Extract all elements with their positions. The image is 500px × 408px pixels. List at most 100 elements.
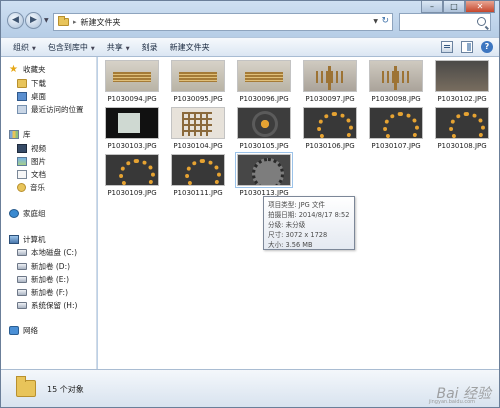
file-tile[interactable]: P1030096.JPG bbox=[234, 60, 294, 103]
explorer-window: ◀ ▶ ▼ ▸ 新建文件夹 ▼ ↻ – □ ✕ 组织 ▼ 包含到库中 ▼ 共享 ▼ 刻… bbox=[0, 0, 500, 408]
help-icon[interactable]: ? bbox=[481, 41, 493, 53]
history-dropdown-icon[interactable]: ▼ bbox=[44, 17, 49, 24]
nav-videos[interactable]: 视频 bbox=[17, 142, 46, 154]
view-options-icon[interactable] bbox=[441, 41, 453, 53]
nav-drive-c[interactable]: 本地磁盘 (C:) bbox=[17, 246, 77, 258]
share-menu[interactable]: 共享 ▼ bbox=[107, 42, 130, 53]
file-thumbnail bbox=[369, 107, 423, 139]
nav-libraries[interactable]: 库 bbox=[9, 128, 31, 140]
file-tile[interactable]: P1030104.JPG bbox=[168, 107, 228, 150]
command-bar: 组织 ▼ 包含到库中 ▼ 共享 ▼ 刻录 新建文件夹 ? bbox=[1, 37, 499, 57]
tooltip-date: 拍摄日期: 2014/8/17 8:52 bbox=[268, 211, 350, 219]
chevron-right-icon: ▸ bbox=[73, 18, 77, 26]
search-input[interactable] bbox=[399, 13, 491, 31]
title-bar: ◀ ▶ ▼ ▸ 新建文件夹 ▼ ↻ – □ ✕ bbox=[1, 1, 499, 37]
burn-button[interactable]: 刻录 bbox=[142, 42, 158, 53]
folder-icon bbox=[16, 376, 36, 397]
video-icon bbox=[17, 143, 27, 153]
file-tile-hovered[interactable]: P1030113.JPG bbox=[234, 152, 294, 197]
file-tile[interactable]: P1030094.JPG bbox=[102, 60, 162, 103]
file-tile[interactable]: P1030106.JPG bbox=[300, 107, 360, 150]
homegroup-icon bbox=[9, 208, 19, 218]
file-thumbnail bbox=[237, 60, 291, 92]
file-tile[interactable]: P1030095.JPG bbox=[168, 60, 228, 103]
file-name: P1030111.JPG bbox=[173, 189, 223, 197]
nav-drive-e[interactable]: 新加卷 (E:) bbox=[17, 273, 69, 285]
file-thumbnail bbox=[235, 152, 293, 188]
nav-network[interactable]: 网络 bbox=[9, 324, 38, 336]
star-icon: ★ bbox=[9, 63, 18, 75]
drive-icon bbox=[17, 248, 27, 256]
drive-icon bbox=[17, 301, 27, 309]
organize-menu[interactable]: 组织 ▼ bbox=[13, 42, 36, 53]
new-folder-button[interactable]: 新建文件夹 bbox=[170, 42, 210, 53]
file-name: P1030108.JPG bbox=[437, 142, 487, 150]
nav-music[interactable]: 音乐 bbox=[17, 181, 45, 193]
file-name: P1030095.JPG bbox=[173, 95, 223, 103]
drive-icon bbox=[17, 275, 27, 283]
file-name: P1030103.JPG bbox=[107, 142, 157, 150]
file-tile[interactable]: P1030107.JPG bbox=[366, 107, 426, 150]
computer-icon bbox=[9, 234, 19, 244]
nav-downloads[interactable]: 下载 bbox=[17, 77, 46, 89]
file-name: P1030094.JPG bbox=[107, 95, 157, 103]
file-tile[interactable]: P1030102.JPG bbox=[432, 60, 492, 103]
nav-pictures[interactable]: 图片 bbox=[17, 155, 46, 167]
nav-desktop[interactable]: 桌面 bbox=[17, 90, 46, 102]
file-tile[interactable]: P1030105.JPG bbox=[234, 107, 294, 150]
nav-drive-f[interactable]: 新加卷 (F:) bbox=[17, 286, 68, 298]
network-icon bbox=[9, 325, 19, 335]
file-thumbnail bbox=[369, 60, 423, 92]
search-icon bbox=[477, 17, 486, 26]
file-name: P1030098.JPG bbox=[371, 95, 421, 103]
preview-pane-icon[interactable] bbox=[461, 41, 473, 53]
file-thumbnail bbox=[303, 60, 357, 92]
nav-recent[interactable]: 最近访问的位置 bbox=[17, 103, 84, 115]
chevron-down-icon[interactable]: ▼ bbox=[373, 18, 378, 25]
file-thumbnail bbox=[303, 107, 357, 139]
file-name: P1030104.JPG bbox=[173, 142, 223, 150]
include-library-menu[interactable]: 包含到库中 ▼ bbox=[48, 42, 95, 53]
nav-drive-h[interactable]: 系统保留 (H:) bbox=[17, 299, 77, 311]
maximize-button[interactable]: □ bbox=[443, 1, 465, 13]
file-list: P1030094.JPG P1030095.JPG P1030096.JPG P… bbox=[98, 57, 499, 369]
file-name: P1030097.JPG bbox=[305, 95, 355, 103]
file-name: P1030096.JPG bbox=[239, 95, 289, 103]
address-bar[interactable]: ▸ 新建文件夹 ▼ ↻ bbox=[53, 13, 393, 31]
file-thumbnail bbox=[105, 154, 159, 186]
library-icon bbox=[9, 129, 19, 139]
file-thumbnail bbox=[435, 107, 489, 139]
file-thumbnail bbox=[435, 60, 489, 92]
nav-documents[interactable]: 文档 bbox=[17, 168, 46, 180]
back-button[interactable]: ◀ bbox=[7, 12, 24, 29]
chevron-down-icon: ▼ bbox=[32, 45, 36, 52]
tooltip-type: 项目类型: JPG 文件 bbox=[268, 201, 326, 209]
file-tile[interactable]: P1030097.JPG bbox=[300, 60, 360, 103]
chevron-down-icon: ▼ bbox=[125, 45, 130, 52]
file-tile[interactable]: P1030098.JPG bbox=[366, 60, 426, 103]
file-name: P1030105.JPG bbox=[239, 142, 289, 150]
file-tile[interactable]: P1030111.JPG bbox=[168, 154, 228, 197]
close-button[interactable]: ✕ bbox=[465, 1, 495, 13]
recent-places-icon bbox=[17, 104, 27, 114]
window-controls: – □ ✕ bbox=[421, 1, 495, 13]
nav-computer[interactable]: 计算机 bbox=[9, 233, 46, 245]
drive-icon bbox=[17, 262, 27, 270]
file-tile[interactable]: P1030108.JPG bbox=[432, 107, 492, 150]
minimize-button[interactable]: – bbox=[421, 1, 443, 13]
picture-icon bbox=[17, 156, 27, 166]
address-path[interactable]: 新建文件夹 bbox=[81, 17, 121, 28]
tooltip-dimensions: 尺寸: 3072 x 1728 bbox=[268, 231, 328, 239]
file-thumbnail bbox=[105, 60, 159, 92]
file-tile[interactable]: P1030109.JPG bbox=[102, 154, 162, 197]
refresh-icon[interactable]: ↻ bbox=[381, 16, 389, 26]
item-count: 15 个对象 bbox=[47, 385, 84, 394]
nav-favorites[interactable]: ★ 收藏夹 bbox=[9, 63, 46, 75]
download-folder-icon bbox=[17, 78, 27, 88]
nav-homegroup[interactable]: 家庭组 bbox=[9, 207, 46, 219]
forward-button[interactable]: ▶ bbox=[25, 12, 42, 29]
file-tile[interactable]: P1030103.JPG bbox=[102, 107, 162, 150]
nav-drive-d[interactable]: 新加卷 (D:) bbox=[17, 260, 70, 272]
details-pane: 15 个对象 Bai 经验 jingyan.baidu.com bbox=[1, 369, 499, 407]
drive-icon bbox=[17, 288, 27, 296]
